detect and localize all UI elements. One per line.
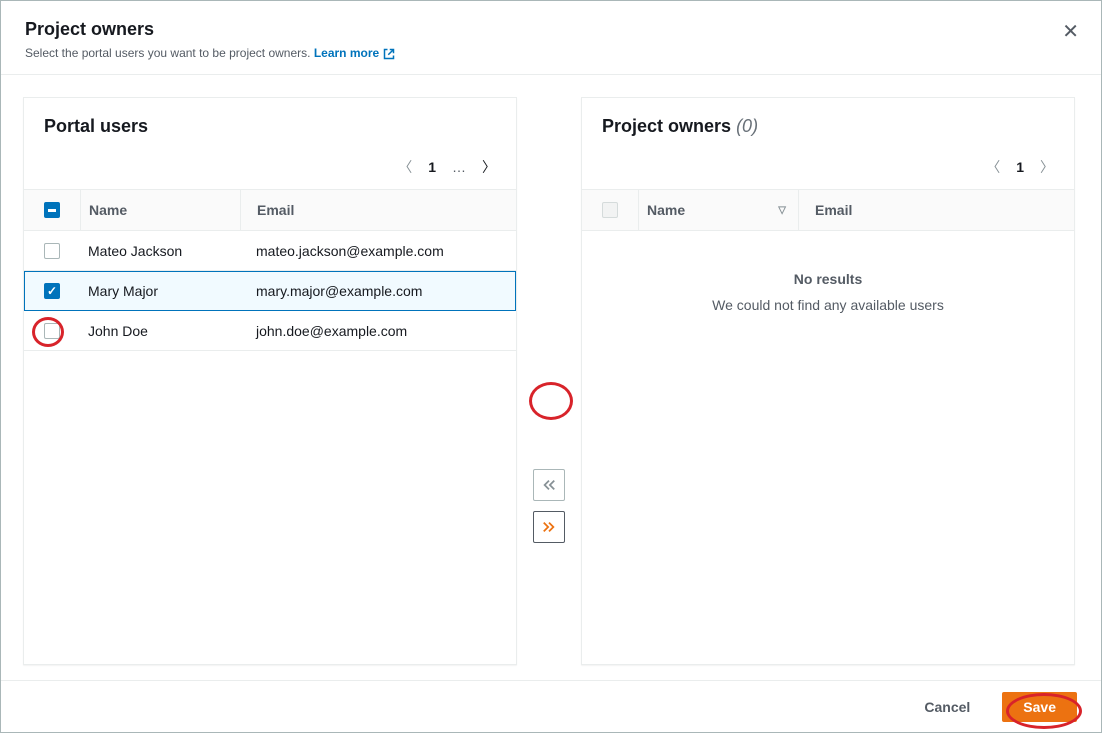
cell-email: mary.major@example.com [240,271,516,310]
learn-more-link[interactable]: Learn more [314,46,395,60]
next-page-icon[interactable]: 〉 [482,157,496,177]
cell-email: mateo.jackson@example.com [240,231,516,270]
project-owners-pagination: 〈 1 〉 [582,149,1074,189]
page-number[interactable]: 1 [428,159,436,175]
page-ellipsis: … [452,159,466,175]
project-owners-header: Project owners (0) [582,98,1074,149]
column-name[interactable]: Name ▽ [638,190,798,230]
row-checkbox[interactable] [44,323,60,339]
column-name[interactable]: Name [80,190,240,230]
page-number[interactable]: 1 [1016,159,1024,175]
table-row[interactable]: Mateo Jacksonmateo.jackson@example.com [24,231,516,271]
prev-page-icon[interactable]: 〈 [398,157,412,177]
project-owners-rows: No results We could not find any availab… [582,231,1074,664]
portal-users-table-header: Name Email [24,189,516,231]
column-email[interactable]: Email [798,190,1074,230]
project-owners-dialog: Project owners Select the portal users y… [0,0,1102,733]
dialog-footer: Cancel Save [1,680,1101,732]
portal-users-panel: Portal users 〈 1 … 〉 Name Email Mateo Ja… [23,97,517,665]
dialog-subtitle: Select the portal users you want to be p… [25,46,1077,60]
row-checkbox[interactable] [44,283,60,299]
dialog-header: Project owners Select the portal users y… [1,1,1101,75]
table-row[interactable]: Mary Majormary.major@example.com [24,271,516,311]
portal-users-rows: Mateo Jacksonmateo.jackson@example.comMa… [24,231,516,664]
portal-users-title: Portal users [44,116,496,137]
save-button[interactable]: Save [1002,692,1077,722]
dialog-title: Project owners [25,19,1077,40]
chevrons-left-icon [542,478,556,492]
external-link-icon [383,48,395,60]
project-owners-title: Project owners (0) [602,116,1054,137]
empty-message: We could not find any available users [602,297,1054,313]
cell-name: Mary Major [80,271,240,310]
cell-email: john.doe@example.com [240,311,516,350]
move-left-button[interactable] [533,469,565,501]
sort-icon[interactable]: ▽ [778,205,786,216]
chevrons-right-icon [542,520,556,534]
move-right-button[interactable] [533,511,565,543]
project-owners-table-header: Name ▽ Email [582,189,1074,231]
next-page-icon[interactable]: 〉 [1040,157,1054,177]
cell-name: John Doe [80,311,240,350]
column-email[interactable]: Email [240,190,516,230]
row-checkbox[interactable] [44,243,60,259]
dialog-body: Portal users 〈 1 … 〉 Name Email Mateo Ja… [1,75,1101,687]
select-all-checkbox[interactable] [44,202,60,218]
empty-title: No results [602,271,1054,287]
table-row[interactable]: John Doejohn.doe@example.com [24,311,516,351]
empty-state: No results We could not find any availab… [582,231,1074,353]
portal-users-pagination: 〈 1 … 〉 [24,149,516,189]
cell-name: Mateo Jackson [80,231,240,270]
select-all-checkbox [602,202,618,218]
prev-page-icon[interactable]: 〈 [986,157,1000,177]
portal-users-header: Portal users [24,98,516,149]
transfer-buttons [517,97,581,665]
cancel-button[interactable]: Cancel [908,693,986,721]
project-owners-panel: Project owners (0) 〈 1 〉 Name ▽ Email No [581,97,1075,665]
close-button[interactable]: ✕ [1062,19,1079,44]
